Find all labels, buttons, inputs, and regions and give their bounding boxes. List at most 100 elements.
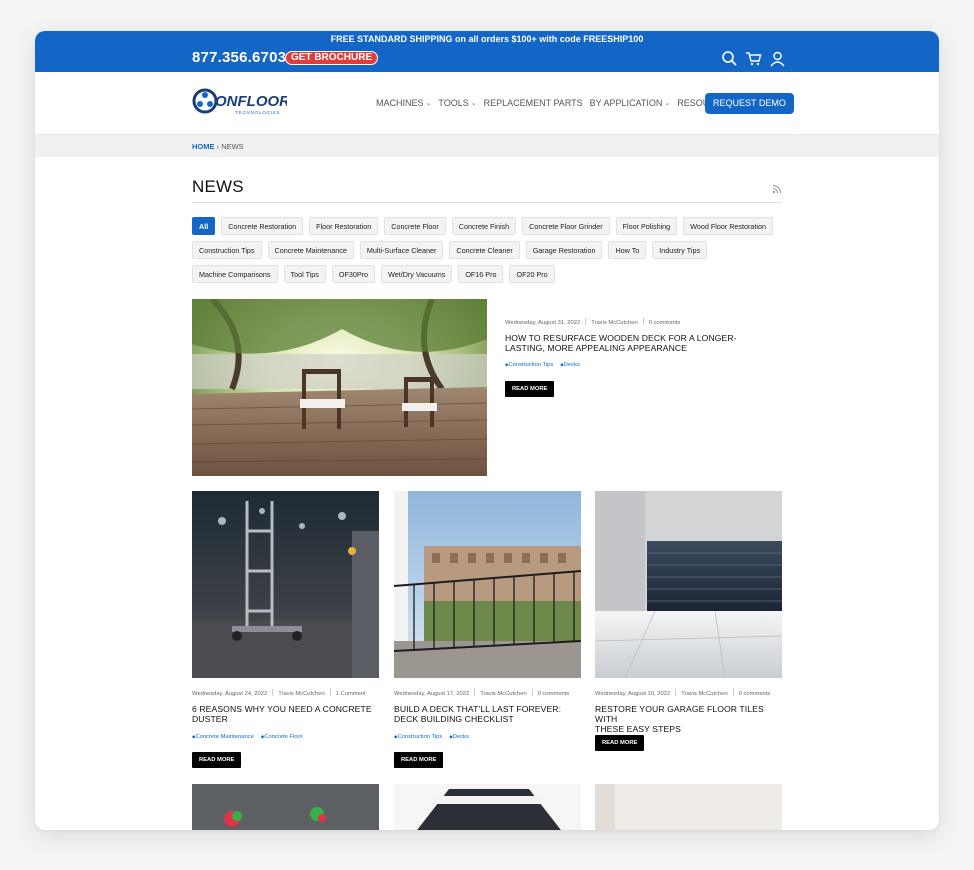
post-date: Wednesday, August 24, 2022 bbox=[192, 691, 268, 697]
post-tag[interactable]: Concrete Floor bbox=[261, 734, 302, 740]
read-more-button[interactable]: READ MORE bbox=[192, 752, 242, 768]
main-nav: MACHINES ⌄ TOOLS ⌄ REPLACEMENT PARTS BY AP… bbox=[376, 98, 742, 108]
post-comments[interactable]: 0 comments bbox=[649, 320, 681, 326]
post-comments[interactable]: 0 comments bbox=[739, 691, 771, 697]
chevron-down-icon: ⌄ bbox=[664, 100, 671, 107]
promo-banner: FREE STANDARD SHIPPING on all orders $10… bbox=[330, 34, 644, 44]
post-tag[interactable]: Decks bbox=[449, 734, 469, 740]
tag-filter-machine-comparisons[interactable]: Machine Comparisons bbox=[192, 265, 278, 283]
post-card: Wednesday, August 10, 2022 Travis McCutch… bbox=[595, 491, 782, 771]
post-title[interactable]: BUILD A DECK THAT'LL LAST FOREVER: DECK … bbox=[394, 704, 584, 724]
tag-filter-of30pro[interactable]: OF30Pro bbox=[331, 265, 376, 283]
featured-tags: Construction Tips Decks bbox=[505, 362, 580, 368]
post-date: Wednesday, August 31, 2022 bbox=[505, 320, 581, 326]
nav-machines[interactable]: MACHINES ⌄ bbox=[376, 98, 431, 108]
post-meta: Wednesday, August 17, 2022 Travis McCutch… bbox=[394, 689, 569, 697]
featured-meta: Wednesday, August 31, 2022 Travis McCutch… bbox=[505, 318, 680, 326]
breadcrumb-current: NEWS bbox=[221, 142, 244, 151]
tag-filter-list: All Concrete Restoration Floor Restoration… bbox=[192, 217, 787, 283]
get-brochure-button[interactable]: GET BROCHURE bbox=[285, 51, 379, 65]
post-title[interactable]: 6 REASONS WHY YOU NEED A CONCRETE DUSTER bbox=[192, 704, 382, 724]
tag-filter-floor-polishing[interactable]: Floor Polishing bbox=[615, 217, 678, 235]
post-card: Wednesday, August 24, 2022 Travis McCutch… bbox=[192, 491, 379, 771]
title-line: BUILD A DECK THAT'LL LAST FOREVER: bbox=[394, 704, 562, 714]
nav-tools[interactable]: TOOLS ⌄ bbox=[438, 98, 476, 108]
post-tag[interactable]: Construction Tips bbox=[505, 362, 553, 368]
post-image[interactable] bbox=[394, 784, 581, 830]
tag-filter-industry-tips[interactable]: Industry Tips bbox=[652, 241, 708, 259]
tag-filter-all[interactable]: All bbox=[192, 217, 216, 235]
rss-icon[interactable] bbox=[772, 181, 782, 194]
tag-filter-concrete-cleaner[interactable]: Concrete Cleaner bbox=[449, 241, 520, 259]
post-comments[interactable]: 0 comments bbox=[538, 691, 570, 697]
tag-filter-wood-floor-restoration[interactable]: Wood Floor Restoration bbox=[683, 217, 773, 235]
post-tags: Concrete Maintenance Concrete Floor bbox=[192, 734, 302, 740]
search-icon[interactable] bbox=[721, 50, 738, 67]
breadcrumb-separator: › bbox=[216, 142, 220, 151]
user-icon[interactable] bbox=[769, 50, 786, 67]
title-line: HOW TO RESURFACE WOODEN DECK FOR A LONGE… bbox=[505, 333, 737, 343]
browser-window: FREE STANDARD SHIPPING on all orders $10… bbox=[35, 31, 939, 830]
post-tags: Construction Tips Decks bbox=[394, 734, 469, 740]
tag-filter-concrete-restoration[interactable]: Concrete Restoration bbox=[221, 217, 304, 235]
post-image[interactable] bbox=[394, 491, 581, 678]
read-more-button[interactable]: READ MORE bbox=[394, 752, 444, 768]
tag-filter-floor-restoration[interactable]: Floor Restoration bbox=[309, 217, 379, 235]
tag-filter-construction-tips[interactable]: Construction Tips bbox=[192, 241, 262, 259]
tag-filter-wet-dry-vacuums[interactable]: Wet/Dry Vacuums bbox=[381, 265, 453, 283]
news-header: NEWS bbox=[192, 177, 782, 203]
featured-post-image[interactable] bbox=[192, 299, 487, 476]
tag-filter-concrete-maintenance[interactable]: Concrete Maintenance bbox=[267, 241, 354, 259]
cart-icon[interactable] bbox=[745, 50, 762, 67]
breadcrumb-home[interactable]: HOME bbox=[192, 142, 215, 151]
phone-number[interactable]: 877.356.6703 bbox=[192, 49, 286, 66]
post-title[interactable]: RESTORE YOUR GARAGE FLOOR TILES WITH THE… bbox=[595, 704, 785, 734]
request-demo-button[interactable]: REQUEST DEMO bbox=[705, 93, 794, 114]
chevron-down-icon: ⌄ bbox=[470, 100, 477, 107]
post-author[interactable]: Travis McCutchen bbox=[681, 691, 728, 697]
post-image[interactable] bbox=[192, 491, 379, 678]
post-meta: Wednesday, August 10, 2022 Travis McCutch… bbox=[595, 689, 770, 697]
title-line: 6 REASONS WHY YOU NEED A CONCRETE bbox=[192, 704, 372, 714]
post-author[interactable]: Travis McCutchen bbox=[591, 320, 638, 326]
site-header: ONFLOOR TECHNOLOGIES MACHINES ⌄ TOOLS ⌄ RE… bbox=[35, 72, 939, 135]
post-image[interactable] bbox=[595, 784, 782, 830]
read-more-button[interactable]: READ MORE bbox=[595, 735, 645, 751]
post-author[interactable]: Travis McCutchen bbox=[480, 691, 527, 697]
tag-filter-of16-pro[interactable]: OF16 Pro bbox=[458, 265, 504, 283]
logo-word: ONFLOOR bbox=[215, 93, 287, 110]
title-line: DECK BUILDING CHECKLIST bbox=[394, 714, 514, 724]
onfloor-logo[interactable]: ONFLOOR TECHNOLOGIES bbox=[192, 85, 290, 119]
chevron-down-icon: ⌄ bbox=[425, 100, 432, 107]
post-tag[interactable]: Construction Tips bbox=[394, 734, 442, 740]
post-card: Wednesday, August 17, 2022 Travis McCutch… bbox=[394, 491, 581, 771]
top-bar: FREE STANDARD SHIPPING on all orders $10… bbox=[35, 31, 939, 72]
tag-filter-of20-pro[interactable]: OF20 Pro bbox=[509, 265, 555, 283]
tag-filter-how-to[interactable]: How To bbox=[608, 241, 647, 259]
post-date: Wednesday, August 17, 2022 bbox=[394, 691, 470, 697]
post-tag[interactable]: Decks bbox=[560, 362, 580, 368]
read-more-button[interactable]: READ MORE bbox=[505, 381, 555, 397]
post-image[interactable] bbox=[192, 784, 379, 830]
tag-filter-concrete-floor-grinder[interactable]: Concrete Floor Grinder bbox=[522, 217, 610, 235]
tag-filter-tool-tips[interactable]: Tool Tips bbox=[283, 265, 326, 283]
featured-title[interactable]: HOW TO RESURFACE WOODEN DECK FOR A LONGE… bbox=[505, 333, 765, 353]
page-title: NEWS bbox=[192, 177, 244, 196]
tag-filter-concrete-finish[interactable]: Concrete Finish bbox=[451, 217, 517, 235]
nav-label: MACHINES bbox=[376, 98, 424, 108]
post-comments[interactable]: 1 Comment bbox=[336, 691, 366, 697]
tag-filter-concrete-floor[interactable]: Concrete Floor bbox=[384, 217, 446, 235]
nav-label: BY APPLICATION bbox=[589, 98, 663, 108]
logo-sub: TECHNOLOGIES bbox=[235, 110, 280, 115]
post-tag[interactable]: Concrete Maintenance bbox=[192, 734, 253, 740]
breadcrumb-bar: HOME › NEWS bbox=[35, 135, 939, 157]
title-line: DUSTER bbox=[192, 714, 228, 724]
tag-filter-garage-restoration[interactable]: Garage Restoration bbox=[525, 241, 603, 259]
post-date: Wednesday, August 10, 2022 bbox=[595, 691, 671, 697]
post-image[interactable] bbox=[595, 491, 782, 678]
tag-filter-multi-surface-cleaner[interactable]: Multi-Surface Cleaner bbox=[359, 241, 444, 259]
nav-by-application[interactable]: BY APPLICATION ⌄ bbox=[590, 98, 671, 108]
nav-replacement-parts[interactable]: REPLACEMENT PARTS bbox=[484, 98, 583, 108]
post-author[interactable]: Travis McCutchen bbox=[278, 691, 325, 697]
post-meta: Wednesday, August 24, 2022 Travis McCutch… bbox=[192, 689, 366, 697]
